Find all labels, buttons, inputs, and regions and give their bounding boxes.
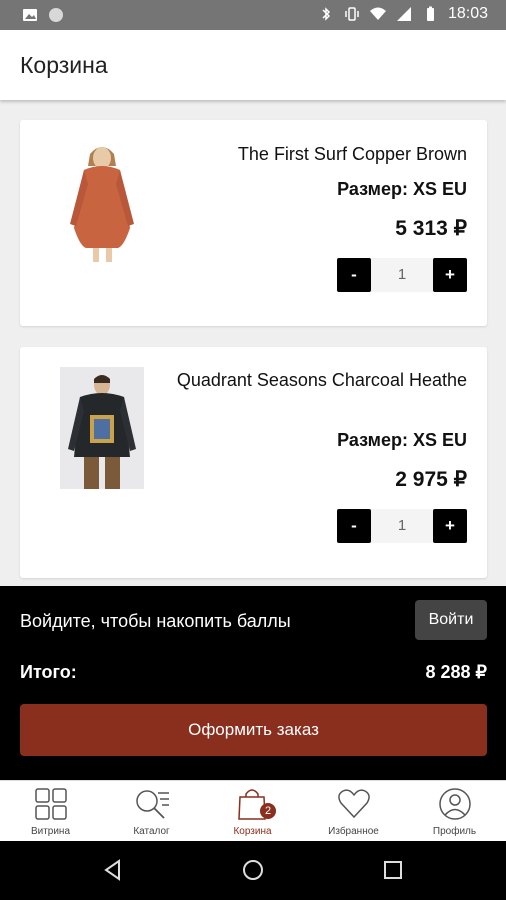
checkout-panel: Войдите, чтобы накопить баллы Войти Итог… xyxy=(0,586,506,780)
home-icon[interactable] xyxy=(241,858,265,882)
heart-icon xyxy=(338,789,370,819)
product-size: Размер: XS EU xyxy=(337,430,467,450)
wifi-icon xyxy=(369,7,386,20)
product-price: 2 975 ₽ xyxy=(395,468,467,491)
total-value: 8 288 ₽ xyxy=(425,662,488,682)
cart-item: Quadrant Seasons Charcoal Heathe Размер:… xyxy=(20,347,487,578)
quantity-stepper: - 1 + xyxy=(337,258,467,292)
back-icon[interactable] xyxy=(101,858,125,882)
tab-favorites[interactable]: Избранное xyxy=(303,781,404,842)
tab-showcase[interactable]: Витрина xyxy=(0,781,101,842)
quantity-stepper: - 1 + xyxy=(337,509,467,543)
app-bar: Корзина xyxy=(0,30,506,100)
battery-icon xyxy=(426,6,434,21)
circle-notification-icon xyxy=(49,8,63,22)
tab-label: Витрина xyxy=(30,826,71,837)
tab-cart[interactable]: 2 Корзина xyxy=(202,781,303,842)
status-time: 18:03 xyxy=(447,5,488,22)
search-list-icon xyxy=(136,790,169,819)
quantity-field[interactable]: 1 xyxy=(371,509,433,543)
decrease-button[interactable]: - xyxy=(337,509,371,543)
page-title: Корзина xyxy=(20,52,108,78)
tab-label: Профиль xyxy=(432,826,477,837)
image-notification-icon xyxy=(23,9,37,21)
product-name[interactable]: Quadrant Seasons Charcoal Heathe xyxy=(167,368,467,392)
product-name[interactable]: The First Surf Copper Brown xyxy=(167,142,467,166)
decrease-button[interactable]: - xyxy=(337,258,371,292)
bottom-tab-bar: Витрина Каталог 2 Корзина Избранное Проф… xyxy=(0,780,506,842)
vibrate-icon xyxy=(345,7,359,21)
total-label: Итого: xyxy=(20,662,77,682)
cart-item: The First Surf Copper Brown Размер: XS E… xyxy=(20,120,487,326)
login-button[interactable]: Войти xyxy=(415,600,487,640)
system-navigation-bar xyxy=(0,841,506,900)
checkout-button[interactable]: Оформить заказ xyxy=(20,704,487,756)
cart-count-badge: 2 xyxy=(260,803,276,819)
increase-button[interactable]: + xyxy=(433,258,467,292)
bluetooth-icon xyxy=(322,7,331,21)
signal-icon xyxy=(396,7,411,21)
tab-catalog[interactable]: Каталог xyxy=(101,781,202,842)
tab-label: Избранное xyxy=(328,826,379,837)
increase-button[interactable]: + xyxy=(433,509,467,543)
loyalty-promo-text: Войдите, чтобы накопить баллы xyxy=(20,611,291,631)
profile-icon xyxy=(439,788,471,820)
tab-profile[interactable]: Профиль xyxy=(404,781,505,842)
recent-apps-icon[interactable] xyxy=(381,858,405,882)
product-image xyxy=(60,136,144,264)
product-price: 5 313 ₽ xyxy=(395,217,467,240)
quantity-field[interactable]: 1 xyxy=(371,258,433,292)
tab-label: Каталог xyxy=(133,826,170,837)
status-bar: 18:03 xyxy=(0,0,506,30)
grid-icon xyxy=(35,788,67,820)
tab-label: Корзина xyxy=(233,826,272,837)
product-image xyxy=(60,367,144,489)
product-size: Размер: XS EU xyxy=(337,179,467,199)
